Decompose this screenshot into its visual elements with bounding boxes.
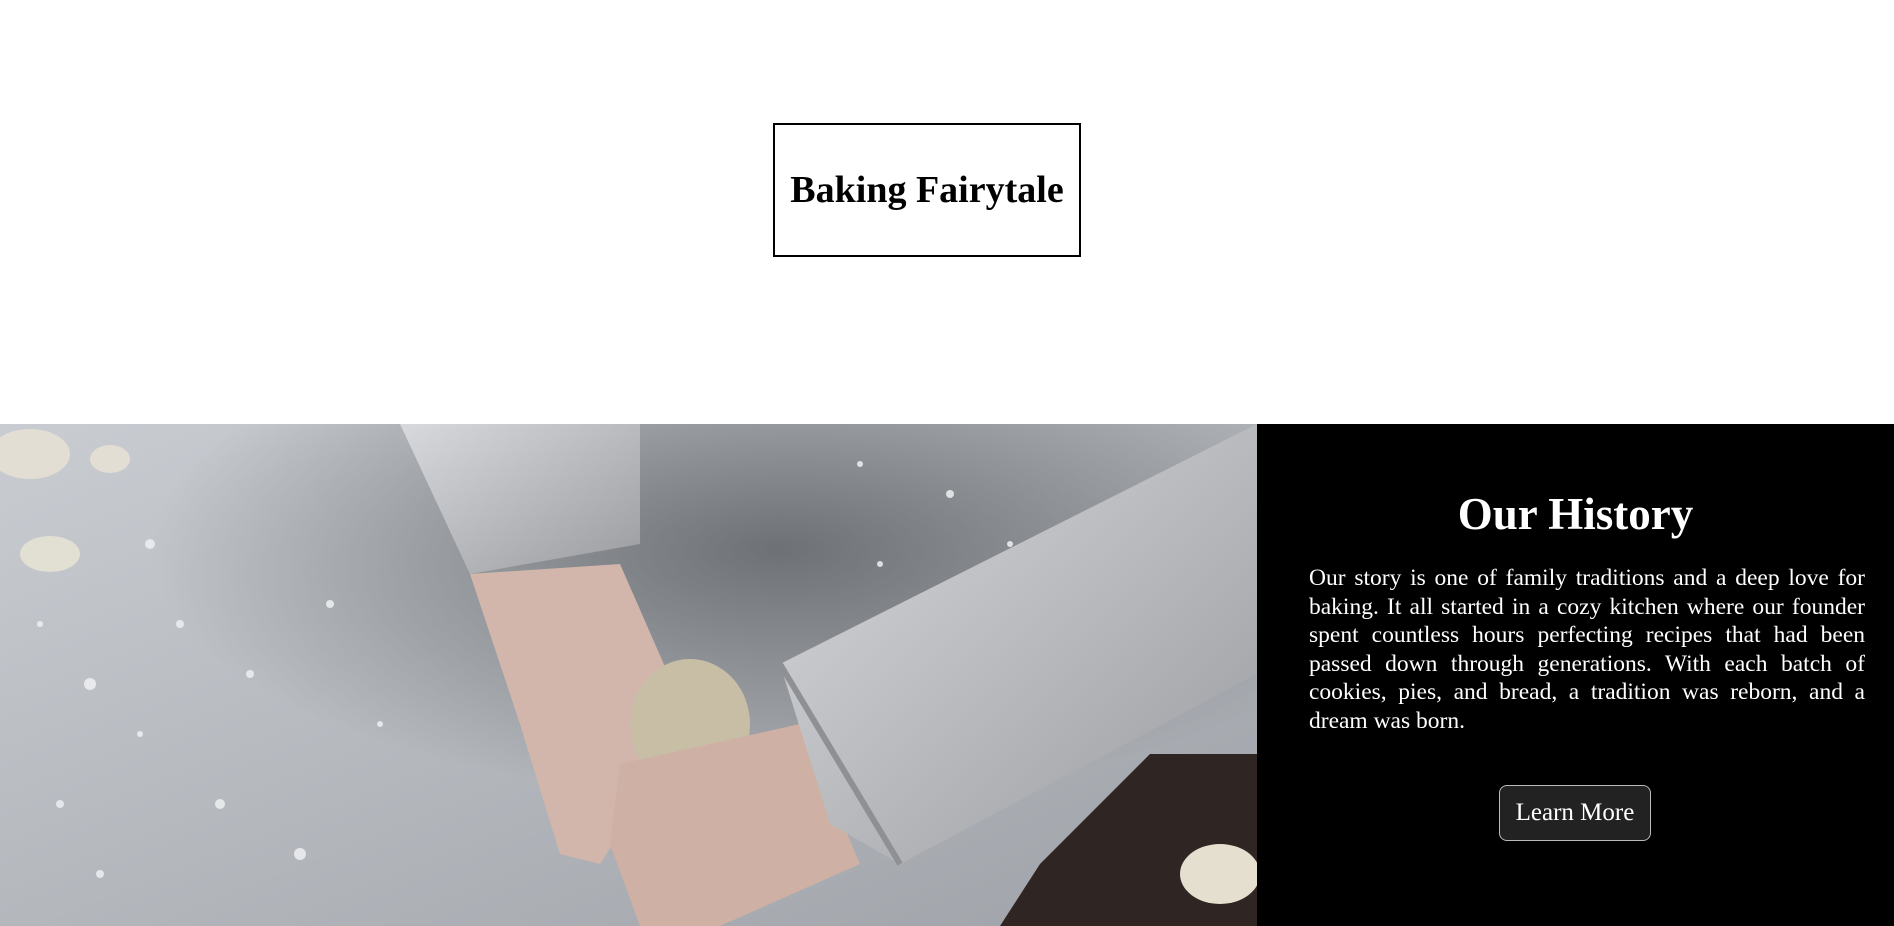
baking-hands-photo bbox=[0, 424, 1257, 926]
history-description: Our story is one of family traditions an… bbox=[1309, 565, 1865, 734]
site-header: Baking Fairytale bbox=[0, 0, 1894, 424]
history-panel: Our History Our story is one of family t… bbox=[1257, 424, 1894, 926]
learn-more-button[interactable]: Learn More bbox=[1499, 785, 1651, 841]
logo[interactable]: Baking Fairytale bbox=[773, 123, 1081, 257]
site-title: Baking Fairytale bbox=[790, 169, 1064, 211]
history-section: Our History Our story is one of family t… bbox=[0, 424, 1894, 926]
history-title: Our History bbox=[1457, 489, 1694, 539]
